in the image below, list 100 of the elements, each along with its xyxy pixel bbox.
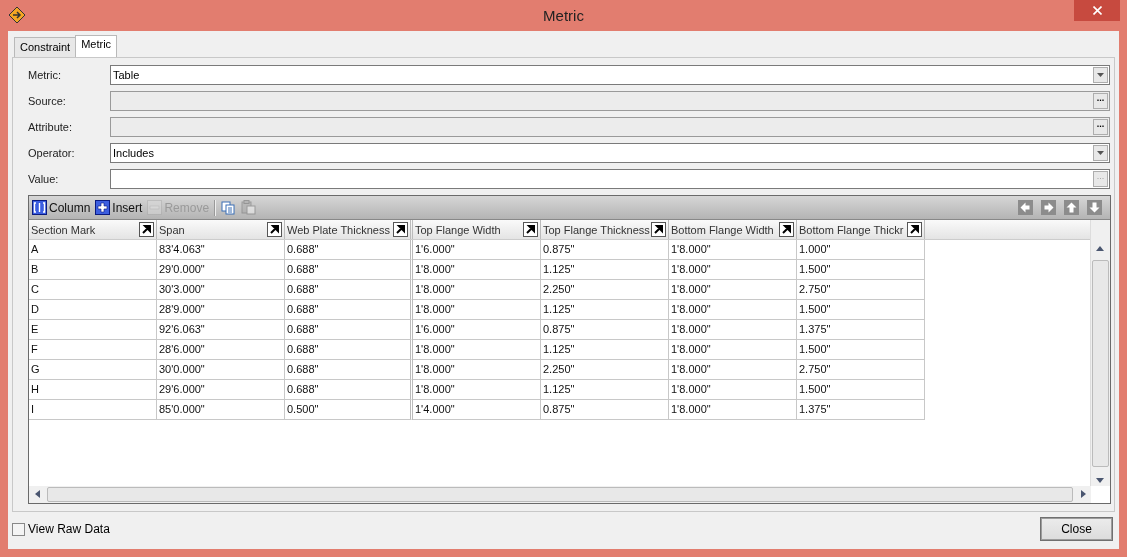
arrow-down-icon[interactable]	[1087, 200, 1102, 215]
scroll-left-icon[interactable]	[35, 490, 40, 498]
arrow-icon[interactable]	[523, 222, 538, 237]
window-title: Metric	[543, 7, 584, 24]
scroll-right-icon[interactable]	[1081, 490, 1086, 498]
arrow-icon[interactable]	[651, 222, 666, 237]
table-cell: 1'6.000"	[413, 320, 541, 340]
table-cell: E	[29, 320, 157, 340]
scroll-down-icon[interactable]	[1096, 478, 1104, 483]
table-cell: 92'6.063"	[157, 320, 285, 340]
table-cell: 1'8.000"	[669, 320, 797, 340]
arrow-up-icon[interactable]	[1064, 200, 1079, 215]
table-cell: I	[29, 400, 157, 420]
table-cell: 0.688"	[285, 380, 413, 400]
table-cell: 0.688"	[285, 360, 413, 380]
table-cell: 85'0.000"	[157, 400, 285, 420]
table-cell: D	[29, 300, 157, 320]
close-button[interactable]: Close	[1040, 517, 1113, 541]
table-cell: 0.688"	[285, 240, 413, 260]
table-cell: 2.750"	[797, 280, 925, 300]
arrow-icon[interactable]	[393, 222, 408, 237]
table-cell: C	[29, 280, 157, 300]
table-cell: 2.250"	[541, 360, 669, 380]
table-cell: 0.688"	[285, 280, 413, 300]
close-icon	[1092, 6, 1102, 15]
field-label: Attribute:	[28, 121, 74, 133]
column-header[interactable]: Section Mark	[31, 223, 96, 236]
column-icon	[32, 200, 47, 215]
table-cell: 1'8.000"	[669, 280, 797, 300]
dropdown-field[interactable]: Table	[110, 65, 1110, 85]
app-logo-icon	[8, 6, 26, 24]
table-cell: H	[29, 380, 157, 400]
table-cell: 29'0.000"	[157, 260, 285, 280]
close-button[interactable]	[1074, 0, 1120, 21]
column-header[interactable]: Bottom Flange Width	[671, 223, 774, 236]
table-cell: G	[29, 360, 157, 380]
table-cell: 1'6.000"	[413, 240, 541, 260]
table-cell: 1'8.000"	[669, 300, 797, 320]
column-header[interactable]: Bottom Flange Thickr	[799, 223, 904, 236]
table-cell: 1'8.000"	[413, 260, 541, 280]
arrow-icon[interactable]	[267, 222, 282, 237]
table-cell: 1.500"	[797, 380, 925, 400]
field-label: Source:	[28, 95, 67, 107]
scrollbar-thumb[interactable]	[1092, 260, 1109, 467]
table-cell: A	[29, 240, 157, 260]
table-cell: 1'4.000"	[413, 400, 541, 420]
column-header[interactable]: Span	[159, 223, 185, 236]
table-cell: 29'6.000"	[157, 380, 285, 400]
table-cell: 0.688"	[285, 300, 413, 320]
table-cell: 28'6.000"	[157, 340, 285, 360]
table-cell: 30'3.000"	[157, 280, 285, 300]
table-cell: 1.500"	[797, 260, 925, 280]
field-label: Operator:	[28, 147, 76, 159]
table-cell: 1.125"	[541, 260, 669, 280]
paste-icon	[241, 200, 257, 215]
column-header[interactable]: Top Flange Width	[415, 223, 501, 236]
column-header[interactable]: Web Plate Thickness	[287, 223, 390, 236]
table-cell: 0.875"	[541, 240, 669, 260]
table-cell: B	[29, 260, 157, 280]
table-cell: 1'8.000"	[413, 280, 541, 300]
table-cell: 0.688"	[285, 260, 413, 280]
table-cell: 1.125"	[541, 340, 669, 360]
scrollbar-thumb[interactable]	[47, 487, 1073, 502]
table-cell: 0.500"	[285, 400, 413, 420]
table-cell: 1.000"	[797, 240, 925, 260]
scroll-up-icon[interactable]	[1096, 246, 1104, 251]
table-cell: 0.688"	[285, 320, 413, 340]
plus-icon	[95, 200, 111, 215]
dropdown-field[interactable]: Includes	[110, 143, 1110, 163]
table-cell: 1.500"	[797, 300, 925, 320]
table-cell: 0.688"	[285, 340, 413, 360]
tab[interactable]: Constraint	[14, 37, 77, 57]
tab[interactable]: Metric	[75, 35, 118, 58]
table-cell: 0.875"	[541, 320, 669, 340]
column-header[interactable]: Top Flange Thickness	[543, 223, 650, 236]
copy-button[interactable]	[221, 200, 237, 215]
table-cell: 2.750"	[797, 360, 925, 380]
checkbox-label: View Raw Data	[28, 522, 110, 536]
arrow-left-icon[interactable]	[1018, 200, 1033, 215]
table-cell: 1.375"	[797, 400, 925, 420]
arrow-icon[interactable]	[907, 222, 922, 237]
table-cell: 1'8.000"	[669, 360, 797, 380]
insert-button[interactable]: Insert	[95, 200, 143, 215]
column-button[interactable]: Column	[32, 200, 91, 215]
table-cell: 1'8.000"	[669, 240, 797, 260]
table-cell: 1.125"	[541, 300, 669, 320]
arrow-right-icon[interactable]	[1041, 200, 1056, 215]
field-label: Metric:	[28, 69, 62, 81]
table-cell: 1.375"	[797, 320, 925, 340]
checkbox[interactable]	[12, 522, 25, 536]
table-cell: 1'8.000"	[669, 400, 797, 420]
table-cell: 83'4.063"	[157, 240, 285, 260]
table-cell: 2.250"	[541, 280, 669, 300]
table-cell: 28'9.000"	[157, 300, 285, 320]
table-cell: 30'0.000"	[157, 360, 285, 380]
table-cell: 1'8.000"	[413, 300, 541, 320]
arrow-icon[interactable]	[139, 222, 154, 237]
arrow-icon[interactable]	[779, 222, 794, 237]
field-label: Value:	[28, 173, 60, 185]
table-cell: 1'8.000"	[669, 260, 797, 280]
